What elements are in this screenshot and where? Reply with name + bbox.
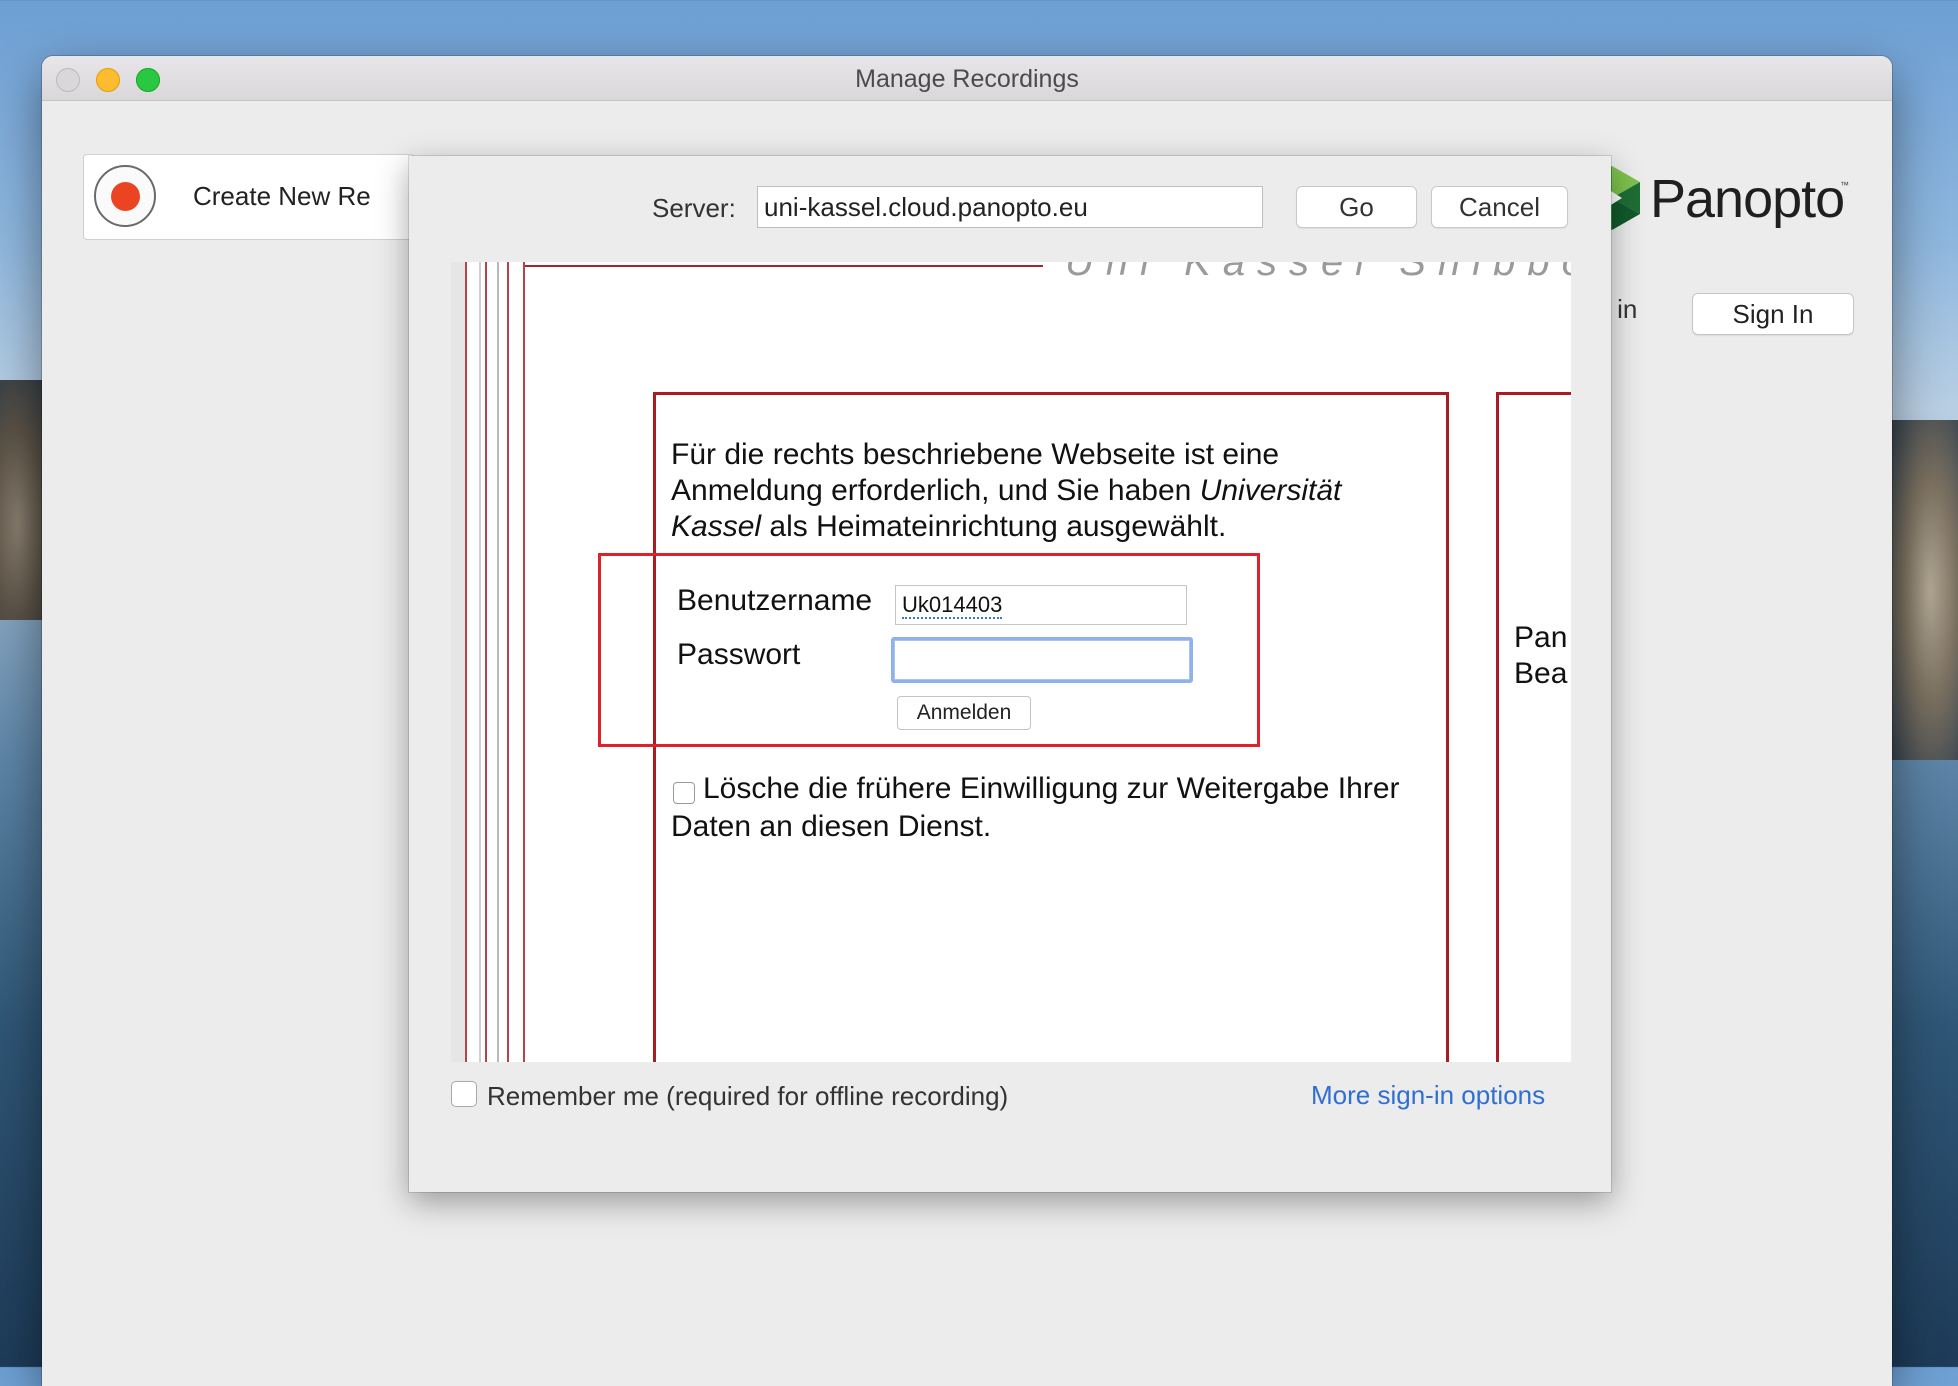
frame-line bbox=[523, 262, 525, 1062]
login-webview[interactable]: Uni Kassel Shibboleth I Pan Bea Für die … bbox=[451, 262, 1571, 1062]
go-button[interactable]: Go bbox=[1296, 186, 1417, 228]
frame-line bbox=[507, 262, 509, 1062]
service-panel-frame bbox=[1496, 392, 1571, 1062]
record-dot-icon bbox=[111, 182, 140, 211]
username-value: Uk014403 bbox=[902, 592, 1003, 619]
record-icon bbox=[94, 165, 156, 227]
window-title: Manage Recordings bbox=[855, 65, 1079, 93]
frame-line bbox=[485, 262, 487, 1062]
intro-text: als Heimateinrichtung ausgewählt. bbox=[761, 510, 1227, 543]
trademark-mark: ™ bbox=[1840, 180, 1849, 190]
service-description: Pan Bea bbox=[1514, 620, 1567, 692]
service-description-line: Pan bbox=[1514, 621, 1568, 654]
sign-in-button[interactable]: Sign In bbox=[1692, 293, 1854, 335]
server-input[interactable] bbox=[757, 186, 1263, 228]
create-new-recording-button[interactable]: Create New Re bbox=[83, 154, 415, 240]
desktop-wallpaper-rock bbox=[1888, 420, 1958, 760]
cancel-button[interactable]: Cancel bbox=[1431, 186, 1568, 228]
service-description-line: Bea bbox=[1514, 657, 1568, 690]
panopto-logo: Panopto ™ bbox=[1578, 164, 1858, 234]
password-label: Passwort bbox=[677, 638, 801, 671]
consent-text: Lösche die frühere Einwilligung zur Weit… bbox=[671, 772, 1400, 843]
server-label: Server: bbox=[652, 193, 736, 223]
frame-line bbox=[479, 262, 481, 1062]
remember-me-label[interactable]: Remember me (required for offline record… bbox=[487, 1081, 1008, 1112]
create-new-recording-label: Create New Re bbox=[193, 181, 371, 211]
password-input[interactable] bbox=[891, 637, 1193, 683]
more-sign-in-options-link[interactable]: More sign-in options bbox=[1311, 1080, 1545, 1111]
manage-recordings-window: Manage Recordings Create New Re Panopto … bbox=[42, 56, 1892, 1386]
title-bar[interactable]: Manage Recordings bbox=[42, 56, 1892, 101]
sign-in-sheet: Server: Go Cancel Uni Kassel Shibboleth … bbox=[409, 156, 1611, 1192]
login-button[interactable]: Anmelden bbox=[897, 696, 1031, 730]
frame-line bbox=[497, 262, 499, 1062]
username-label: Benutzername bbox=[677, 584, 873, 617]
panopto-wordmark: Panopto bbox=[1650, 169, 1845, 229]
username-input[interactable]: Uk014403 bbox=[895, 585, 1187, 625]
login-intro-text: Für die rechts beschriebene Webseite ist… bbox=[671, 437, 1411, 545]
remember-me-checkbox[interactable] bbox=[451, 1081, 477, 1107]
intro-text: Für die rechts beschriebene Webseite ist… bbox=[671, 438, 1280, 507]
frame-line bbox=[525, 265, 1043, 267]
page-header-text: Uni Kassel Shibboleth I bbox=[1065, 262, 1571, 284]
frame-line bbox=[465, 262, 467, 1062]
webview-left-shade bbox=[451, 262, 465, 1062]
revoke-consent-checkbox[interactable] bbox=[673, 782, 695, 804]
